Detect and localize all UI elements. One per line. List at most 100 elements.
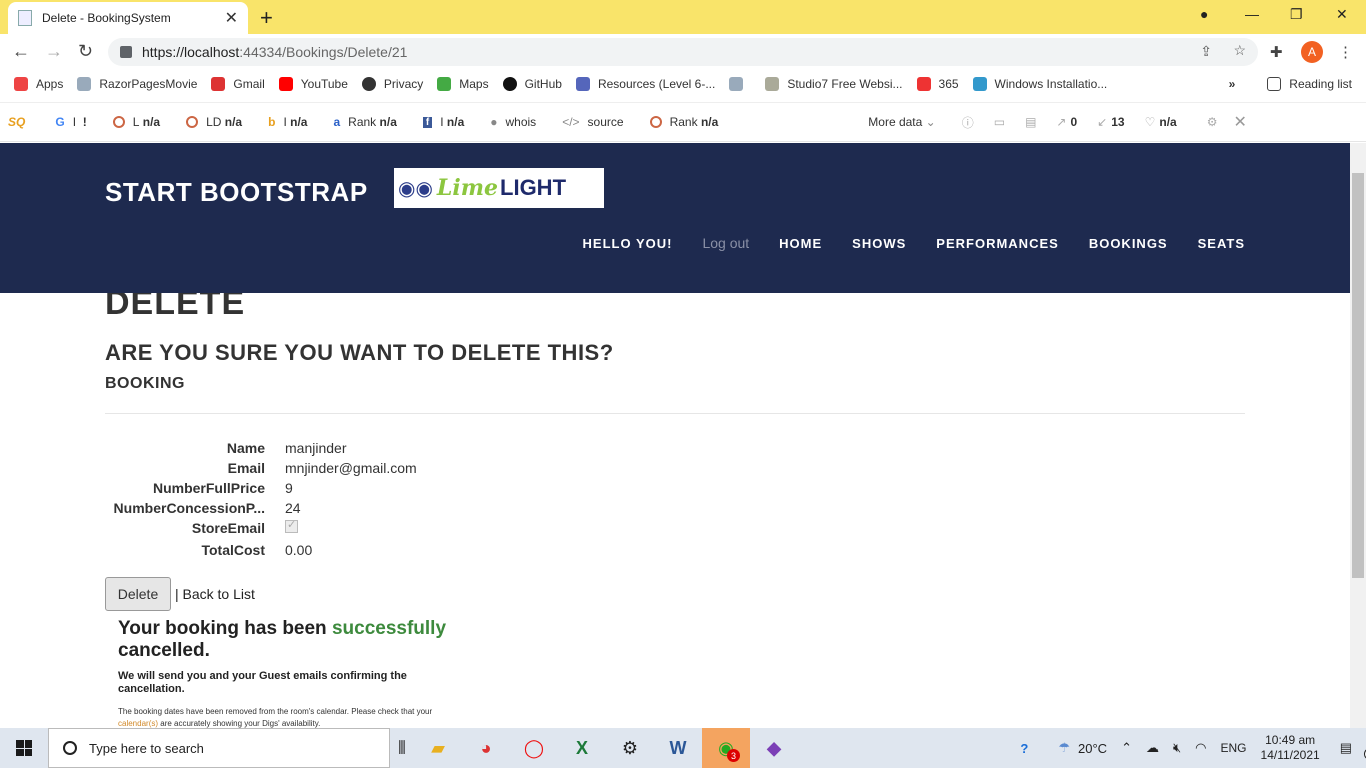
info-icon[interactable]: ⓘ <box>962 114 974 131</box>
more-data-dropdown[interactable]: More data ⌄ <box>868 115 935 129</box>
tab-close-icon[interactable]: ✕ <box>225 8 238 28</box>
extensions-icon[interactable]: ✚ <box>1270 43 1283 61</box>
share-icon[interactable]: ⇪ <box>1200 43 1212 60</box>
page-scrollbar[interactable] <box>1350 143 1366 728</box>
start-button[interactable] <box>0 728 48 768</box>
wifi-icon[interactable]: ◠ <box>1195 740 1206 756</box>
nav-logout[interactable]: Log out <box>702 235 749 251</box>
internal-links[interactable]: ↙ 13 <box>1097 115 1124 129</box>
bookmark-studio7[interactable]: Studio7 Free Websi... <box>765 77 903 91</box>
address-bar[interactable]: https://localhost:44334/Bookings/Delete/… <box>108 38 1258 66</box>
monitor-icon[interactable]: ▭ <box>994 115 1005 129</box>
browser-tab[interactable]: Delete - BookingSystem ✕ <box>8 2 248 34</box>
seo-links[interactable]: L n/a <box>112 115 160 129</box>
bookmark-label: Privacy <box>383 77 424 91</box>
bookmark-untitled[interactable] <box>729 77 751 91</box>
bookmark-github[interactable]: GitHub <box>502 77 562 91</box>
user-icon: ● <box>490 115 498 129</box>
nav-hello-user[interactable]: HELLO YOU! <box>583 236 673 251</box>
google-icon: G <box>55 115 65 129</box>
back-icon[interactable]: ← <box>12 41 30 62</box>
notifications-icon[interactable]: ▤1 <box>1340 740 1366 760</box>
task-view-icon[interactable]: ⦀ <box>390 728 414 768</box>
scrollbar-thumb[interactable] <box>1352 173 1364 578</box>
bookmark-apps[interactable]: Apps <box>14 77 63 91</box>
whatsapp-icon[interactable]: ◉ 3 <box>702 728 750 768</box>
chevron-down-icon: ⌄ <box>925 115 936 129</box>
forward-icon[interactable]: → <box>45 41 63 62</box>
help-icon[interactable]: ? <box>1020 741 1028 756</box>
onedrive-icon[interactable]: ☁ <box>1146 740 1159 756</box>
nav-seats[interactable]: SEATS <box>1198 236 1245 251</box>
close-window-icon[interactable]: ✕ <box>1336 6 1348 23</box>
nav-performances[interactable]: PERFORMANCES <box>936 236 1059 251</box>
chevron-up-icon[interactable]: ⌃ <box>1121 740 1132 756</box>
seoquake-logo-icon[interactable]: SQ <box>8 115 25 129</box>
seo-linking-domains[interactable]: LD n/a <box>186 115 242 129</box>
weather-temp[interactable]: 20°C <box>1078 741 1107 756</box>
delete-button[interactable]: Delete <box>105 577 171 611</box>
seo-source[interactable]: </> source <box>562 115 623 129</box>
nav-home[interactable]: HOME <box>779 236 822 251</box>
speaker-muted-icon[interactable]: 🔇︎ <box>1173 740 1181 756</box>
seo-prefix: I <box>283 115 287 129</box>
bookmark-label: YouTube <box>300 77 348 91</box>
profile-avatar[interactable]: A <box>1301 41 1323 63</box>
opera-icon[interactable]: ◯ <box>510 728 558 768</box>
main-nav: HELLO YOU! Log out HOME SHOWS PERFORMANC… <box>553 235 1245 251</box>
taskbar-search[interactable]: Type here to search <box>48 728 390 768</box>
seo-value: n/a <box>379 115 397 129</box>
word-icon[interactable]: W <box>654 728 702 768</box>
brand-name[interactable]: START BOOTSTRAP <box>105 177 368 208</box>
clock[interactable]: 10:49 am 14/11/2021 <box>1261 733 1320 763</box>
language-indicator[interactable]: ENG <box>1221 741 1247 755</box>
minimize-icon[interactable]: — <box>1245 6 1259 22</box>
bookmark-resources[interactable]: Resources (Level 6-... <box>575 77 715 91</box>
bookmark-youtube[interactable]: YouTube <box>278 77 348 91</box>
bookmark-gmail[interactable]: Gmail <box>211 77 265 91</box>
external-links[interactable]: ↗ 0 <box>1056 115 1077 129</box>
visual-studio-icon[interactable]: ◆ <box>750 728 798 768</box>
file-explorer-icon[interactable]: ▰ <box>414 728 462 768</box>
bookmark-maps[interactable]: Maps <box>437 77 489 91</box>
seo-whois[interactable]: ● whois <box>490 115 536 129</box>
bookmark-star-icon[interactable]: ☆ <box>1233 42 1246 59</box>
weather-icon[interactable]: ☂ <box>1058 740 1070 756</box>
seo-bing-index[interactable]: bI n/a <box>268 115 307 129</box>
excel-icon[interactable]: X <box>558 728 606 768</box>
restore-icon[interactable]: ❐ <box>1290 6 1303 23</box>
seo-google-index[interactable]: GI ! <box>55 115 86 129</box>
chrome-icon[interactable]: ◕ <box>462 728 510 768</box>
bookmark-label: RazorPagesMovie <box>99 77 198 91</box>
nav-bookings[interactable]: BOOKINGS <box>1089 236 1168 251</box>
seo-facebook[interactable]: fI n/a <box>422 115 464 129</box>
bookmark-privacy[interactable]: Privacy <box>361 77 424 91</box>
report-icon[interactable]: ▤ <box>1025 115 1036 129</box>
reload-icon[interactable]: ↻ <box>78 41 93 62</box>
social-shares[interactable]: ♡ n/a <box>1145 115 1177 129</box>
search-icon <box>63 741 77 755</box>
headline-highlight: successfully <box>331 618 447 639</box>
menu-icon[interactable]: ⋮ <box>1338 43 1353 61</box>
calendar-notice-end: are accurately showing your Digs' availa… <box>158 719 321 728</box>
detail-label: StoreEmail <box>191 520 265 536</box>
back-to-list-link[interactable]: | Back to List <box>175 586 255 602</box>
bookmark-windows-installation[interactable]: Windows Installatio... <box>972 77 1107 91</box>
new-tab-button[interactable]: + <box>260 5 273 31</box>
settings-gear-icon[interactable]: ⚙ <box>1207 115 1218 129</box>
settings-icon[interactable]: ⚙ <box>606 728 654 768</box>
profile-menu-icon[interactable]: ● <box>1200 6 1208 22</box>
calendar-link[interactable]: calendar(s) <box>118 719 158 728</box>
url-host: https://localhost <box>142 44 240 60</box>
limelight-logo[interactable]: ◉◉ Lime LIGHT <box>394 168 604 208</box>
seo-semrush-rank[interactable]: Rank n/a <box>649 115 718 129</box>
seo-alexa-rank[interactable]: a Rank n/a <box>333 115 396 129</box>
close-toolbar-icon[interactable]: ✕ <box>1233 112 1246 132</box>
nav-shows[interactable]: SHOWS <box>852 236 906 251</box>
detail-row-concession: NumberConcessionP... 24 <box>105 498 417 518</box>
detail-row-name: Name manjinder <box>105 438 417 458</box>
bookmark-365[interactable]: 365 <box>916 77 959 91</box>
reading-list[interactable]: Reading list <box>1267 77 1352 91</box>
more-bookmarks-icon[interactable]: » <box>1229 77 1236 91</box>
bookmark-razorpagesmovie[interactable]: RazorPagesMovie <box>77 77 197 91</box>
